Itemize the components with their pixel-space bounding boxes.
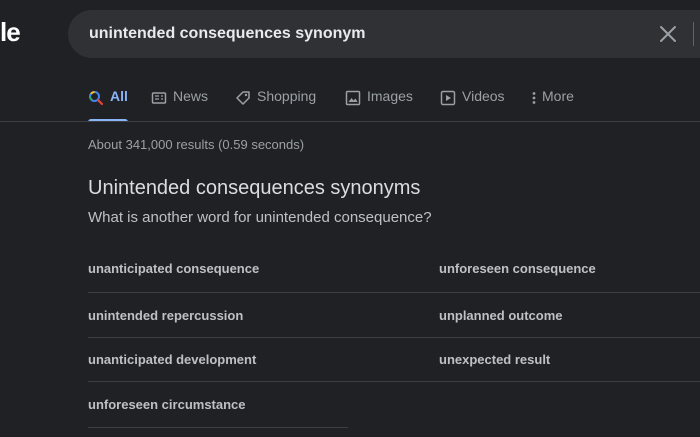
row-divider — [88, 427, 348, 428]
row-divider — [88, 337, 700, 338]
tab-label: Videos — [462, 88, 505, 104]
tab-videos[interactable]: Videos — [440, 88, 505, 124]
tab-all[interactable]: All — [88, 88, 128, 124]
close-icon[interactable] — [658, 24, 678, 44]
header-divider — [0, 121, 700, 122]
search-input[interactable]: unintended consequences synonym — [89, 25, 366, 43]
result-stats: About 341,000 results (0.59 seconds) — [88, 137, 305, 152]
tag-icon — [236, 91, 250, 105]
synonym-link[interactable]: unintended repercussion — [88, 308, 243, 323]
row-divider — [88, 292, 700, 293]
tab-label: News — [173, 88, 209, 104]
search-icon — [89, 91, 104, 106]
tab-shopping[interactable]: Shopping — [235, 88, 316, 124]
synonym-link[interactable]: unanticipated development — [88, 352, 256, 367]
video-icon — [440, 90, 456, 106]
tab-label: All — [110, 88, 128, 104]
tab-label: Shopping — [257, 88, 317, 104]
tab-label: More — [542, 88, 574, 104]
synonyms-title: Unintended consequences synonyms — [88, 177, 421, 199]
row-divider — [88, 381, 700, 382]
more-vertical-icon — [532, 92, 536, 104]
synonym-link[interactable]: unanticipated consequence — [88, 261, 259, 276]
search-divider — [693, 22, 694, 46]
tab-news[interactable]: News — [151, 88, 208, 124]
news-icon — [151, 92, 167, 104]
image-icon — [345, 90, 361, 106]
tab-images[interactable]: Images — [345, 88, 413, 124]
tab-label: Images — [367, 88, 413, 104]
search-box[interactable]: unintended consequences synonym — [68, 10, 700, 58]
synonym-link[interactable]: unplanned outcome — [439, 308, 563, 323]
synonyms-question: What is another word for unintended cons… — [88, 209, 432, 226]
synonym-link[interactable]: unforeseen circumstance — [88, 397, 246, 412]
synonym-link[interactable]: unexpected result — [439, 352, 550, 367]
google-logo[interactable]: le — [0, 17, 21, 48]
synonym-link[interactable]: unforeseen consequence — [439, 261, 596, 276]
tab-more[interactable]: More — [530, 88, 574, 124]
